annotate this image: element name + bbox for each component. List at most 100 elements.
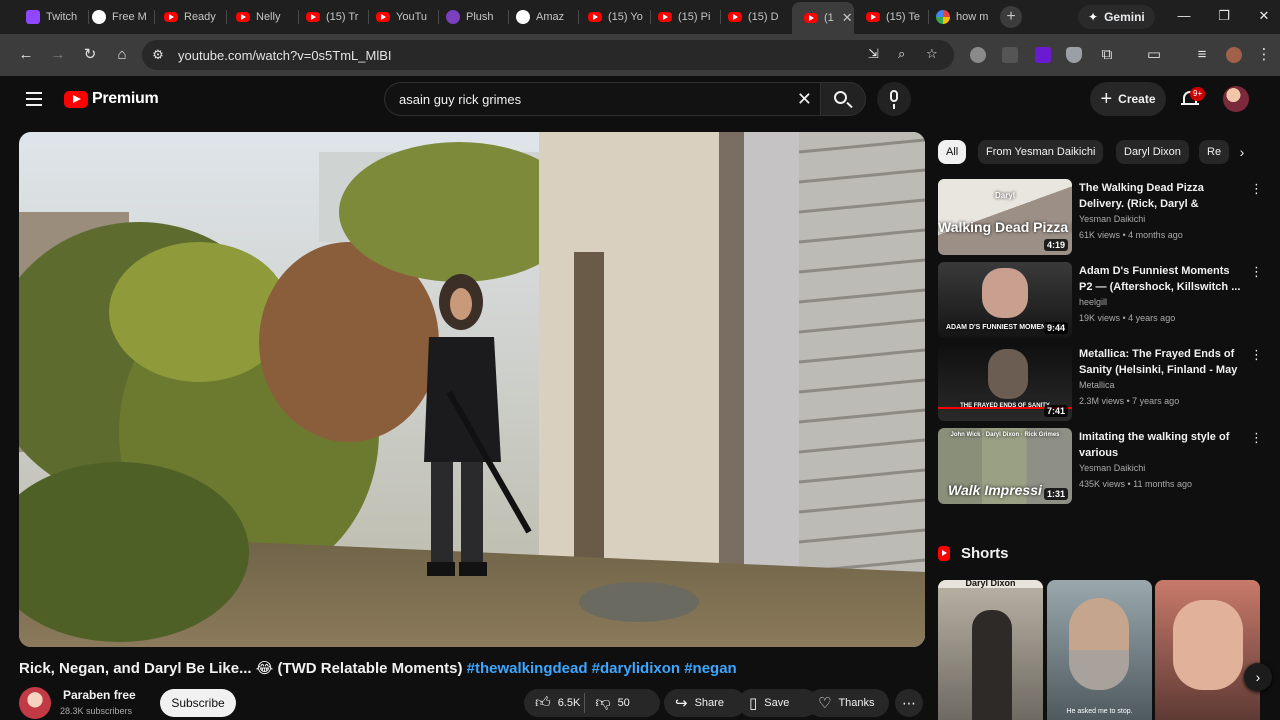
browser-tab[interactable]: YouTu — [376, 4, 434, 30]
tab-label: Ready — [184, 11, 216, 23]
browser-tab[interactable]: (15) Pi — [658, 4, 716, 30]
more-vertical-icon[interactable]: ⋮ — [1250, 264, 1263, 280]
search-button[interactable] — [820, 82, 866, 116]
tab-label: (15) Yo — [608, 11, 643, 23]
voice-search-button[interactable] — [877, 82, 911, 116]
tab-search-icon[interactable]: ▭ — [1144, 45, 1164, 65]
address-bar[interactable]: ⚙ youtube.com/watch?v=0s5TmL_MlBI ⇲ ⌕ ☆ — [142, 40, 954, 70]
reload-icon[interactable]: ↻ — [80, 45, 100, 65]
subscribe-button[interactable]: Subscribe — [160, 689, 236, 717]
short-thumbnail[interactable]: Daryl Dixon — [938, 580, 1043, 720]
recommended-video[interactable]: ADAM D'S FUNNIEST MOMENTS P 9:44 Adam D's … — [938, 262, 1268, 340]
install-app-icon[interactable]: ⇲ — [868, 46, 879, 62]
recommended-video[interactable]: Walking Dead Pizza Delivery Daryl 4:19 The … — [938, 179, 1268, 257]
search-box[interactable]: ✕ — [384, 82, 820, 116]
forward-icon[interactable]: → — [48, 45, 68, 65]
thanks-button[interactable]: ♡ Thanks — [807, 689, 889, 717]
profile-avatar-icon[interactable] — [1226, 47, 1242, 63]
maximize-icon[interactable]: ❐ — [1214, 8, 1234, 24]
more-vertical-icon[interactable]: ⋮ — [1250, 430, 1263, 446]
like-count[interactable]: 6.5K — [558, 697, 581, 709]
clear-search-icon[interactable]: ✕ — [797, 89, 812, 110]
browser-tab[interactable]: Plush — [446, 4, 504, 30]
account-avatar[interactable] — [1223, 86, 1249, 112]
recommended-video-title[interactable]: Adam D's Funniest Moments P2 — (Aftersho… — [1079, 263, 1245, 295]
new-tab-button[interactable]: + — [1000, 6, 1022, 28]
chip-related[interactable]: Re — [1199, 140, 1230, 164]
chevron-right-icon[interactable]: › — [1232, 140, 1252, 164]
chip-from-channel[interactable]: From Yesman Daikichi — [978, 140, 1104, 164]
recommended-video-channel[interactable]: Yesman Daikichi — [1079, 463, 1145, 473]
thumbs-up-icon[interactable]: 👍︎ — [535, 694, 551, 712]
browser-tab[interactable]: (15) Yo — [588, 4, 646, 30]
minimize-icon[interactable]: — — [1174, 8, 1194, 23]
create-button[interactable]: + Create — [1090, 82, 1166, 116]
channel-name[interactable]: Paraben free — [63, 688, 136, 702]
thumbs-down-icon[interactable]: 👎︎ — [595, 694, 610, 712]
channel-avatar[interactable] — [19, 687, 51, 719]
more-vertical-icon[interactable]: ⋮ — [1250, 347, 1263, 363]
extensions-puzzle-icon[interactable]: ⧉ — [1097, 45, 1117, 65]
extension-icon[interactable] — [1035, 47, 1051, 63]
browser-tab[interactable]: (15) Te — [866, 4, 924, 30]
recommended-video-channel[interactable]: Yesman Daikichi — [1079, 214, 1145, 224]
search-input[interactable] — [399, 91, 779, 107]
browser-tab[interactable]: Twitch — [26, 4, 84, 30]
video-thumbnail[interactable]: THE FRAYED ENDS OF SANITY 7:41 — [938, 345, 1072, 421]
browser-tab[interactable]: Free M — [92, 4, 150, 30]
recommended-video-title[interactable]: Metallica: The Frayed Ends of Sanity (He… — [1079, 346, 1245, 379]
close-tab-icon[interactable]: ✕ — [842, 10, 853, 26]
recommended-video-channel[interactable]: Metallica — [1079, 380, 1115, 390]
zoom-icon[interactable]: ⌕ — [898, 46, 905, 62]
yt-favicon-icon — [236, 12, 250, 22]
chevron-right-icon[interactable]: › — [1244, 663, 1272, 691]
plush-favicon-icon — [446, 10, 460, 24]
video-thumbnail[interactable]: John Wick · Daryl Dixon · Rick Grimes Wal… — [938, 428, 1072, 504]
browser-tab[interactable]: (1 ✕ — [792, 2, 854, 34]
url-text[interactable]: youtube.com/watch?v=0s5TmL_MlBI — [178, 48, 392, 63]
recommended-video-title[interactable]: Imitating the walking style of various c… — [1079, 429, 1245, 462]
hamburger-menu-icon[interactable] — [26, 92, 42, 106]
close-window-icon[interactable]: ✕ — [1254, 8, 1274, 24]
shield-extension-icon[interactable] — [1066, 47, 1082, 63]
browser-tab[interactable]: Ready — [164, 4, 222, 30]
recommended-video[interactable]: John Wick · Daryl Dixon · Rick Grimes Wal… — [938, 428, 1268, 506]
hashtag-link[interactable]: #thewalkingdead — [467, 660, 588, 677]
site-info-icon[interactable]: ⚙ — [142, 47, 174, 63]
extension-icon[interactable] — [970, 47, 986, 63]
short-thumbnail[interactable]: He asked me to stop. — [1047, 580, 1152, 720]
short-caption: Daryl Dixon — [938, 580, 1043, 588]
video-thumbnail[interactable]: ADAM D'S FUNNIEST MOMENTS P 9:44 — [938, 262, 1072, 338]
browser-menu-icon[interactable]: ⋮ — [1254, 45, 1274, 65]
save-button[interactable]: ▯ Save — [738, 689, 818, 717]
browser-tab[interactable]: Nelly — [236, 4, 294, 30]
share-button[interactable]: ↪ Share — [664, 689, 746, 717]
recommended-video[interactable]: THE FRAYED ENDS OF SANITY 7:41 Metallica: … — [938, 345, 1268, 423]
video-player[interactable] — [19, 132, 925, 647]
browser-tab[interactable]: Amaz — [516, 4, 574, 30]
share-label: Share — [694, 697, 724, 709]
dislike-count[interactable]: 50 — [618, 697, 630, 709]
gemini-button[interactable]: ✦ Gemini — [1078, 5, 1155, 29]
browser-tab[interactable]: (15) D — [728, 4, 786, 30]
more-vertical-icon[interactable]: ⋮ — [1250, 181, 1263, 197]
recommended-video-channel[interactable]: heelgill — [1079, 297, 1107, 307]
tab-separator — [928, 10, 929, 24]
youtube-premium-logo[interactable]: Premium — [64, 90, 159, 108]
home-icon[interactable]: ⌂ — [112, 45, 132, 65]
recommended-video-title[interactable]: The Walking Dead Pizza Delivery. (Rick, … — [1079, 180, 1245, 213]
hashtag-link[interactable]: #negan — [684, 660, 737, 677]
short-thumbnail[interactable] — [1155, 580, 1260, 720]
browser-tab[interactable]: (15) Tr — [306, 4, 364, 30]
chip-all[interactable]: All — [938, 140, 967, 164]
browser-tab[interactable]: how m — [936, 4, 994, 30]
youtube-play-icon — [64, 90, 88, 108]
more-actions-button[interactable]: ⋯ — [895, 689, 923, 717]
extension-icon[interactable] — [1002, 47, 1018, 63]
chip-daryl-dixon[interactable]: Daryl Dixon — [1116, 140, 1189, 164]
bookmark-star-icon[interactable]: ☆ — [926, 46, 938, 62]
reading-list-icon[interactable]: ≡ — [1192, 45, 1212, 65]
video-thumbnail[interactable]: Walking Dead Pizza Delivery Daryl 4:19 — [938, 179, 1072, 255]
back-icon[interactable]: ← — [16, 45, 36, 65]
hashtag-link[interactable]: #darylidixon — [592, 660, 680, 677]
